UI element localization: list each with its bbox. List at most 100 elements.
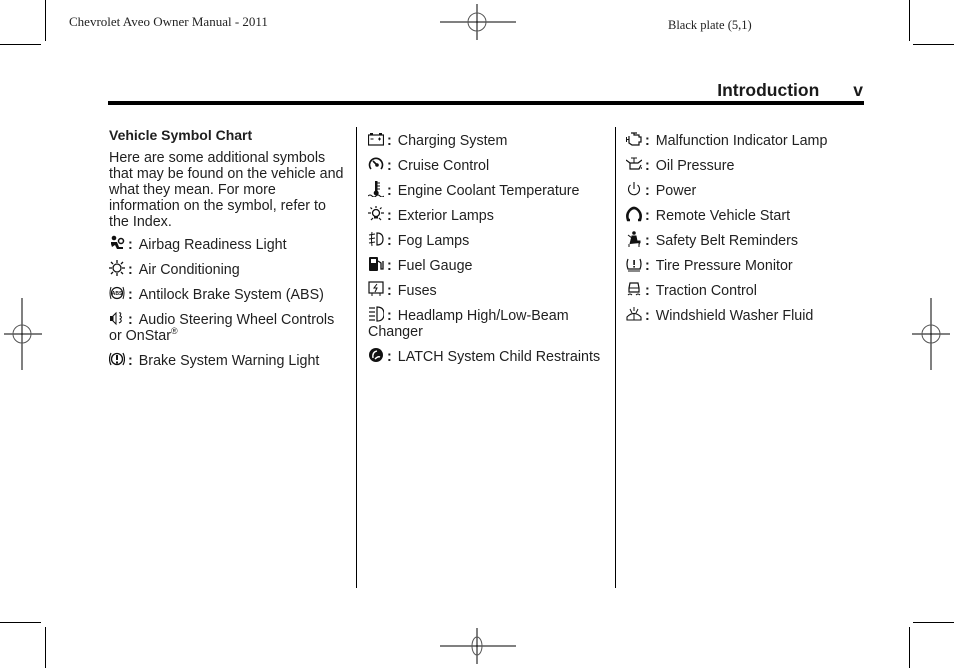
column-1: Vehicle Symbol Chart Here are some addit… xyxy=(109,127,349,376)
latch-child-restraint-icon xyxy=(368,347,384,363)
separator: : xyxy=(128,237,133,253)
symbol-label: Antilock Brake System (ABS) xyxy=(138,287,324,303)
power-icon xyxy=(626,181,642,197)
chart-heading: Vehicle Symbol Chart xyxy=(109,127,253,143)
crop-mark xyxy=(45,0,46,41)
separator: : xyxy=(387,158,392,174)
column-divider xyxy=(356,127,357,588)
symbol-label: Headlamp High/Low-Beam Changer xyxy=(368,308,569,340)
column-3: : Malfunction Indicator Lamp: Oil Pressure… xyxy=(626,131,866,331)
registration-mark-bottom xyxy=(440,628,516,664)
registered-mark: ® xyxy=(170,326,178,337)
fog-lamps-icon xyxy=(368,231,384,247)
symbol-list: : Malfunction Indicator Lamp: Oil Pressure… xyxy=(626,131,866,324)
symbol-label: Audio Steering Wheel Controls or OnStar xyxy=(109,312,335,344)
washer-fluid-icon xyxy=(626,306,642,322)
symbol-list: : Charging System: Cruise Control: Engine C… xyxy=(368,131,608,365)
symbol-item: : Charging System xyxy=(368,131,608,149)
symbol-list: : Airbag Readiness Light: Air Conditioning… xyxy=(109,235,349,369)
separator: : xyxy=(387,208,392,224)
headlamp-beam-icon xyxy=(368,306,384,322)
svg-text:ABS: ABS xyxy=(112,291,123,297)
exterior-lamps-icon xyxy=(368,206,384,222)
airbag-icon xyxy=(109,235,125,251)
separator: : xyxy=(387,233,392,249)
remote-start-icon xyxy=(626,206,642,222)
separator: : xyxy=(645,258,650,274)
symbol-item: : LATCH System Child Restraints xyxy=(368,347,608,365)
brake-warning-icon xyxy=(109,351,125,367)
symbol-label: Safety Belt Reminders xyxy=(655,233,799,249)
header-rule xyxy=(108,101,864,105)
symbol-item: : Tire Pressure Monitor xyxy=(626,256,866,274)
separator: : xyxy=(645,283,650,299)
separator: : xyxy=(387,283,392,299)
symbol-item: : Cruise Control xyxy=(368,156,608,174)
abs-icon: ABS xyxy=(109,285,125,301)
column-divider xyxy=(615,127,616,588)
symbol-label: Engine Coolant Temperature xyxy=(397,183,580,199)
separator: : xyxy=(128,353,133,369)
coolant-temperature-icon xyxy=(368,181,384,197)
plate-label: Black plate (5,1) xyxy=(668,18,752,32)
symbol-item: : Safety Belt Reminders xyxy=(626,231,866,249)
symbol-item: : Headlamp High/Low-Beam Changer xyxy=(368,306,608,340)
symbol-item: : Fog Lamps xyxy=(368,231,608,249)
symbol-label: Charging System xyxy=(397,133,508,149)
separator: : xyxy=(645,308,650,324)
symbol-item: : Windshield Washer Fluid xyxy=(626,306,866,324)
symbol-label: Cruise Control xyxy=(397,158,490,174)
symbol-label: Oil Pressure xyxy=(655,158,735,174)
symbol-label: Fuel Gauge xyxy=(397,258,473,274)
symbol-item: : Brake System Warning Light xyxy=(109,351,349,369)
registration-mark-left xyxy=(4,298,42,370)
crop-mark xyxy=(913,622,954,623)
page-number: v xyxy=(853,80,863,100)
separator: : xyxy=(645,133,650,149)
crop-mark xyxy=(909,0,910,41)
symbol-label: Power xyxy=(655,183,697,199)
separator: : xyxy=(387,183,392,199)
tire-pressure-icon xyxy=(626,256,642,272)
safety-belt-icon xyxy=(626,231,642,247)
crop-mark xyxy=(45,627,46,668)
separator: : xyxy=(645,158,650,174)
air-conditioning-icon xyxy=(109,260,125,276)
registration-mark-right xyxy=(912,298,950,370)
fuses-icon xyxy=(368,281,384,297)
symbol-label: Windshield Washer Fluid xyxy=(655,308,814,324)
manual-title: Chevrolet Aveo Owner Manual - 2011 xyxy=(69,14,268,29)
separator: : xyxy=(128,262,133,278)
symbol-label: Remote Vehicle Start xyxy=(655,208,791,224)
registration-mark-top xyxy=(440,4,516,40)
symbol-item: : Oil Pressure xyxy=(626,156,866,174)
symbol-item: : Fuel Gauge xyxy=(368,256,608,274)
section-header: Introduction v xyxy=(717,80,863,101)
symbol-label: Exterior Lamps xyxy=(397,208,494,224)
symbol-item: : Exterior Lamps xyxy=(368,206,608,224)
symbol-label: LATCH System Child Restraints xyxy=(397,349,601,365)
symbol-item: : Engine Coolant Temperature xyxy=(368,181,608,199)
symbol-label: Tire Pressure Monitor xyxy=(655,258,793,274)
intro-paragraph: Here are some additional symbols that ma… xyxy=(109,150,344,230)
separator: : xyxy=(645,233,650,249)
separator: : xyxy=(387,258,392,274)
audio-steering-icon xyxy=(109,310,125,326)
symbol-item: : Malfunction Indicator Lamp xyxy=(626,131,866,149)
section-title: Introduction xyxy=(717,80,820,100)
separator: : xyxy=(645,208,650,224)
crop-mark xyxy=(909,627,910,668)
symbol-item: : Air Conditioning xyxy=(109,260,349,278)
symbol-label: Fog Lamps xyxy=(397,233,470,249)
symbol-item: : Power xyxy=(626,181,866,199)
separator: : xyxy=(128,312,133,328)
oil-pressure-icon xyxy=(626,156,642,172)
separator: : xyxy=(387,133,392,149)
separator: : xyxy=(128,287,133,303)
crop-mark xyxy=(0,622,41,623)
symbol-item: : Remote Vehicle Start xyxy=(626,206,866,224)
symbol-label: Fuses xyxy=(397,283,437,299)
symbol-item: : Airbag Readiness Light xyxy=(109,235,349,253)
symbol-label: Air Conditioning xyxy=(138,262,240,278)
fuel-gauge-icon xyxy=(368,256,384,272)
